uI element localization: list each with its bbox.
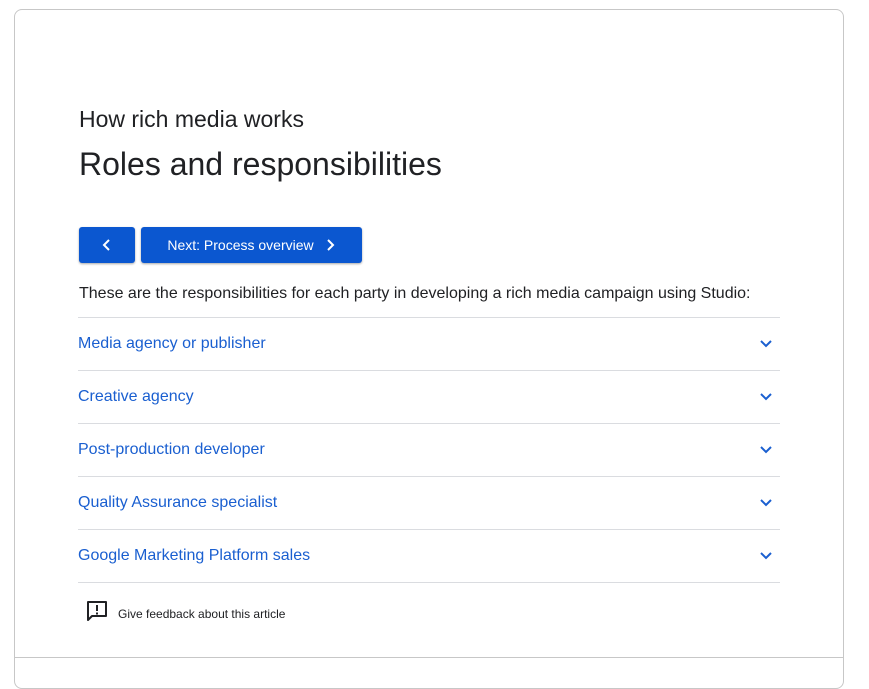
chevron-right-icon bbox=[324, 238, 336, 252]
page-title: Roles and responsibilities bbox=[79, 146, 442, 182]
feedback-icon bbox=[86, 600, 108, 627]
accordion-item-quality-assurance[interactable]: Quality Assurance specialist bbox=[78, 477, 780, 530]
next-button-label: Next: Process overview bbox=[167, 237, 314, 253]
feedback-link[interactable]: Give feedback about this article bbox=[86, 600, 285, 627]
chevron-down-icon bbox=[754, 438, 778, 462]
accordion-item-label: Quality Assurance specialist bbox=[78, 494, 278, 511]
accordion-item-label: Post-production developer bbox=[78, 441, 265, 458]
accordion-item-creative-agency[interactable]: Creative agency bbox=[78, 371, 780, 424]
roles-accordion: Media agency or publisher Creative agenc… bbox=[78, 317, 780, 583]
accordion-item-label: Media agency or publisher bbox=[78, 335, 266, 352]
article-navigation: Next: Process overview bbox=[79, 227, 362, 263]
card-divider bbox=[15, 657, 844, 658]
accordion-item-media-agency[interactable]: Media agency or publisher bbox=[78, 318, 780, 371]
next-button[interactable]: Next: Process overview bbox=[141, 227, 362, 263]
accordion-item-post-production[interactable]: Post-production developer bbox=[78, 424, 780, 477]
accordion-item-label: Google Marketing Platform sales bbox=[78, 547, 311, 564]
feedback-label: Give feedback about this article bbox=[118, 606, 286, 621]
chevron-left-icon bbox=[101, 238, 113, 252]
chevron-down-icon bbox=[754, 491, 778, 515]
chevron-down-icon bbox=[754, 544, 778, 568]
accordion-item-gmp-sales[interactable]: Google Marketing Platform sales bbox=[78, 530, 780, 583]
chevron-down-icon bbox=[754, 385, 778, 409]
article-breadcrumb: How rich media works bbox=[79, 106, 304, 132]
previous-button[interactable] bbox=[79, 227, 135, 263]
intro-text: These are the responsibilities for each … bbox=[79, 285, 751, 302]
chevron-down-icon bbox=[754, 332, 778, 356]
accordion-item-label: Creative agency bbox=[78, 388, 194, 405]
